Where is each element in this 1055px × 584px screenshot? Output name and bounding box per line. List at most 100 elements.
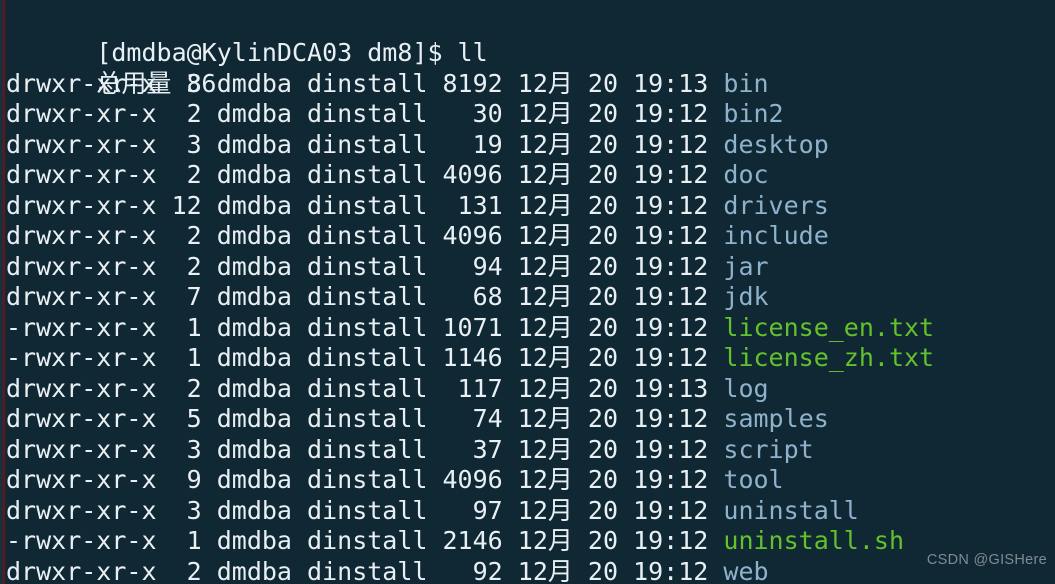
row-owner: dmdba [201,190,292,220]
row-day: 20 [572,526,619,555]
row-time: 19:12 [618,312,709,342]
row-link-count: 2 [156,221,202,250]
listing-row: drwxr-xr-x 2 dmdba dinstall 94 12月 20 19… [6,252,1055,283]
row-time: 19:12 [618,556,709,584]
row-link-count: 3 [156,129,202,159]
listing-row: drwxr-xr-x 7 dmdba dinstall 68 12月 20 19… [6,282,1055,313]
row-owner: dmdba [201,465,292,494]
row-link-count: 2 [156,556,202,584]
row-day: 20 [572,221,619,250]
terminal-line-prompt: [dmdba@KylinDCA03 dm8]$ ll [6,8,1055,67]
row-link-count: 2 [156,251,202,281]
csdn-watermark: CSDN @GISHere [926,552,1047,568]
row-owner: dmdba [201,373,292,403]
row-month: 12月 [502,160,573,189]
row-month: 12月 [502,282,573,311]
listing-row: drwxr-xr-x 2 dmdba dinstall 30 12月 20 19… [6,99,1055,130]
row-time: 19:13 [618,68,709,98]
listing-row: drwxr-xr-x 9 dmdba dinstall 4096 12月 20 … [6,465,1055,496]
listing-row: -rwxr-xr-x 1 dmdba dinstall 1146 12月 20 … [6,343,1055,374]
row-link-count: 5 [156,404,202,433]
row-month: 12月 [502,312,573,342]
row-size: 97 [427,495,503,525]
listing-row: drwxr-xr-x 2 dmdba dinstall 4096 12月 20 … [6,160,1055,191]
row-group: dinstall [291,404,428,433]
terminal-window[interactable]: [dmdba@KylinDCA03 dm8]$ ll 总用量 36 drwxr-… [0,0,1055,584]
row-permissions: drwxr-xr-x [6,556,157,584]
row-name: license_en.txt [708,312,935,342]
row-link-count: 7 [156,282,202,311]
row-size: 92 [427,556,503,584]
row-permissions: drwxr-xr-x [6,160,157,189]
row-link-count: 3 [156,434,202,464]
listing-row: drwxr-xr-x 2 dmdba dinstall 4096 12月 20 … [6,221,1055,252]
row-time: 19:12 [618,129,709,159]
row-owner: dmdba [201,99,292,128]
row-size: 4096 [427,465,503,494]
row-day: 20 [572,434,619,464]
row-size: 94 [427,251,503,281]
row-size: 1071 [427,312,503,342]
row-day: 20 [572,556,619,584]
row-month: 12月 [502,190,573,220]
row-owner: dmdba [201,129,292,159]
row-link-count: 12 [156,190,202,220]
row-link-count: 9 [156,465,202,494]
listing-row: drwxr-xr-x 8 dmdba dinstall 8192 12月 20 … [6,69,1055,100]
row-group: dinstall [291,251,428,281]
row-owner: dmdba [201,495,292,525]
row-owner: dmdba [201,251,292,281]
row-owner: dmdba [201,160,292,189]
row-link-count: 2 [156,373,202,403]
row-link-count: 2 [156,99,202,128]
row-size: 117 [427,373,503,403]
row-permissions: drwxr-xr-x [6,495,157,525]
row-link-count: 2 [156,160,202,189]
row-day: 20 [572,404,619,433]
row-day: 20 [572,282,619,311]
row-owner: dmdba [201,343,292,372]
row-month: 12月 [502,465,573,494]
row-group: dinstall [291,190,428,220]
row-permissions: -rwxr-xr-x [6,526,157,555]
row-group: dinstall [291,434,428,464]
listing-row: drwxr-xr-x 2 dmdba dinstall 117 12月 20 1… [6,374,1055,405]
listing-row: drwxr-xr-x 5 dmdba dinstall 74 12月 20 19… [6,404,1055,435]
row-name: log [708,373,769,403]
row-month: 12月 [502,526,573,555]
row-time: 19:12 [618,465,709,494]
row-owner: dmdba [201,68,292,98]
row-group: dinstall [291,526,428,555]
row-day: 20 [572,495,619,525]
row-name: bin2 [708,99,784,128]
row-link-count: 1 [156,343,202,372]
row-size: 131 [427,190,503,220]
row-size: 8192 [427,68,503,98]
listing-row: drwxr-xr-x 3 dmdba dinstall 97 12月 20 19… [6,496,1055,527]
row-month: 12月 [502,434,573,464]
row-day: 20 [572,129,619,159]
row-day: 20 [572,312,619,342]
row-name: jar [708,251,769,281]
row-group: dinstall [291,343,428,372]
terminal-scrollbar-edge[interactable] [3,0,5,584]
row-group: dinstall [291,465,428,494]
row-month: 12月 [502,251,573,281]
row-owner: dmdba [201,434,292,464]
row-permissions: -rwxr-xr-x [6,312,157,342]
listing-row: drwxr-xr-x 3 dmdba dinstall 37 12月 20 19… [6,435,1055,466]
row-month: 12月 [502,129,573,159]
row-group: dinstall [291,68,428,98]
row-time: 19:12 [618,495,709,525]
row-owner: dmdba [201,526,292,555]
row-day: 20 [572,99,619,128]
row-size: 1146 [427,343,503,372]
row-group: dinstall [291,556,428,584]
row-group: dinstall [291,99,428,128]
row-name: uninstall [708,495,859,525]
row-group: dinstall [291,160,428,189]
row-size: 68 [427,282,503,311]
row-name: uninstall.sh [708,526,905,555]
row-link-count: 3 [156,495,202,525]
row-group: dinstall [291,129,428,159]
